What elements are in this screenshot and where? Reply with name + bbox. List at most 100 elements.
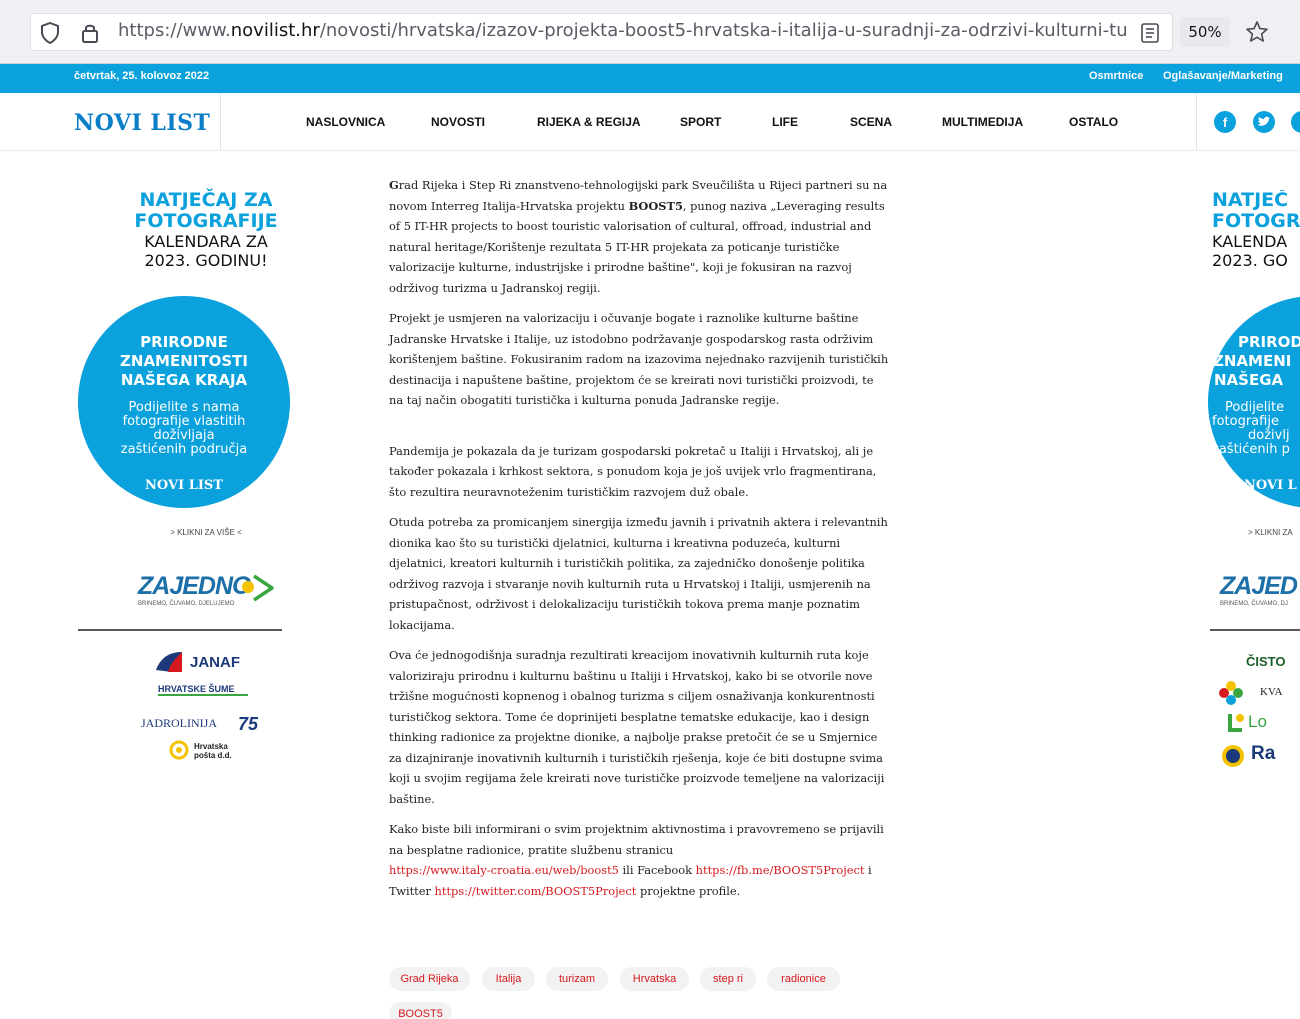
nav-item-rijeka-regija[interactable]: RIJEKA & REGIJA [537,115,641,129]
ad-circle-logo: NOVI LIST [145,478,223,493]
sponsor-hrvatska-posta[interactable]: Hrvatska pošta d.d. [194,742,244,760]
sponsor-ra[interactable]: Ra [1251,743,1275,765]
ad-circle-text: zaštićenih područja [120,442,248,457]
advertising-link[interactable]: Oglašavanje/Marketing [1163,70,1283,82]
tag-turizam[interactable]: turizam [546,967,608,991]
ad-circle-text: doživljaja [153,428,215,443]
paragraph-text: projektne profile. [636,883,741,898]
ad-subtitle-line: 2023. GODINU! [144,251,268,270]
tag-grad-rijeka[interactable]: Grad Rijeka [389,967,470,991]
url-domain: novilist.hr [230,20,320,41]
ad-circle-text: fotografije [1212,414,1279,429]
sponsor-hrvatske-sume[interactable]: HRVATSKE ŠUME [158,685,248,696]
drop-letter: G [389,178,399,192]
sponsor-cisto[interactable]: ČISTO [1246,654,1286,669]
zajedno-tagline: BRINEMO, ČUVAMO, DJ [1220,601,1288,607]
nav-item-multimedija[interactable]: MULTIMEDIJA [942,115,1023,129]
zajedno-arrow-icon [242,574,274,602]
site-logo[interactable]: NOVI LIST [74,110,210,136]
sponsor-kvarner[interactable]: KVA [1260,686,1282,698]
ad-circle-logo: NOVI L [1244,478,1297,493]
article-paragraph: Projekt je usmjeren na valorizaciju i oč… [389,311,889,407]
zoom-level-button[interactable]: 50% [1180,17,1230,47]
ad-subtitle-line: KALENDA [1212,232,1288,251]
ad-circle-title: ZNAMENITOSTI [120,352,248,370]
ad-click-more-link[interactable]: > KLIKNI ZA VIŠE < [100,528,312,537]
obituaries-link[interactable]: Osmrtnice [1089,70,1143,82]
ad-circle-title: NAŠEGA [1214,371,1284,389]
ad-title-line: FOTOGRAFIJE [134,210,278,232]
article-paragraph: Pandemija je pokazala da je turizam gosp… [389,443,877,499]
article-body: Grad Rijeka i Step Ri znanstveno-tehnolo… [389,175,889,911]
facebook-icon[interactable]: f [1214,111,1236,133]
ad-right-circle-wrap[interactable]: PRIROD ZNAMENI NAŠEGA Podijelite fotogra… [1190,296,1300,508]
ad-circle-title: NAŠEGA KRAJA [120,371,248,389]
twitter-icon[interactable] [1253,111,1275,133]
ad-click-more-link[interactable]: > KLIKNI ZA [1248,528,1293,537]
svg-text:f: f [1223,115,1228,130]
zajedno-logo[interactable]: ZAJED [1220,572,1298,601]
ad-title-line: NATJEČAJ ZA [139,189,273,211]
kvarner-flower-icon [1219,681,1243,705]
ad-subtitle-line: 2023. GO [1212,251,1288,270]
twitter-project-link[interactable]: https://twitter.com/BOOST5Project [435,884,637,898]
ad-circle-title: PRIROD [1238,333,1300,351]
hrvatska-posta-horn-icon [169,740,189,760]
tag-hrvatska[interactable]: Hrvatska [620,967,689,991]
tag-radionice[interactable]: radionice [767,967,840,991]
project-name: BOOST5 [628,198,683,213]
ad-circle-title: PRIRODNE [140,333,228,351]
ad-divider [1210,629,1300,631]
url-prefix: https://www. [118,20,231,41]
ad-circle-text: doživlj [1248,428,1290,443]
facebook-project-link[interactable]: https://fb.me/BOOST5Project [696,863,865,877]
paragraph-text: ili Facebook [618,863,696,877]
nav-divider [220,93,221,151]
ad-left-banner[interactable]: NATJEČAJ ZA FOTOGRAFIJE KALENDARA ZA 202… [100,189,312,271]
shield-icon[interactable] [40,22,60,44]
current-date: četvrtak, 25. kolovoz 2022 [74,70,210,82]
sponsor-janaf[interactable]: JANAF [190,654,240,671]
lock-icon[interactable] [80,22,100,44]
nav-item-naslovnica[interactable]: NASLOVNICA [306,115,385,129]
ad-circle-text: Podijelite s nama [128,400,240,415]
nav-divider [1196,93,1197,151]
ad-circle-text: zaštićenih p [1212,442,1290,457]
nav-item-ostalo[interactable]: OSTALO [1069,115,1118,129]
ad-circle-text: fotografije vlastitih [122,414,246,429]
ad-subtitle-line: KALENDARA ZA [144,232,268,251]
reader-view-icon[interactable] [1141,23,1159,43]
article-paragraph: Otuda potreba za promicanjem sinergija i… [389,515,888,632]
tag-boost5[interactable]: BOOST5 [389,1002,452,1019]
bookmark-star-icon[interactable] [1245,20,1269,44]
ra-logo-icon [1222,745,1244,767]
tag-step-ri[interactable]: step ri [700,967,756,991]
sponsor-lo[interactable]: Lo [1248,712,1267,732]
ad-right-banner[interactable]: NATJEČ FOTOGR KALENDA 2023. GO [1212,190,1300,270]
zajedno-tagline: BRINEMO, ČUVAMO, DJELUJEMO [138,601,235,607]
ad-circle-text: Podijelite [1225,400,1285,415]
article-paragraph: Ova će jednogodišnja suradnja rezultirat… [389,648,885,806]
url-path: /novosti/hrvatska/izazov-projekta-boost5… [319,20,1128,41]
article-paragraph: Kako biste bili informirani o svim proje… [389,819,889,901]
url-text[interactable]: https://www.novilist.hr/novosti/hrvatska… [118,20,1128,41]
nav-item-scena[interactable]: SCENA [850,115,892,129]
nav-item-sport[interactable]: SPORT [680,115,721,129]
janaf-logo-icon [156,652,182,672]
zajedno-logo[interactable]: ZAJEDNO [138,572,251,601]
article-paragraph: Grad Rijeka i Step Ri znanstveno-tehnolo… [389,175,889,298]
svg-text:75: 75 [238,714,259,734]
paragraph-text: Kako biste bili informirani o svim proje… [389,822,884,857]
tag-italija[interactable]: Italija [482,967,535,991]
sponsor-jadrolinija[interactable]: JADROLINIJA [141,716,217,731]
ad-title-line: NATJEČ [1212,190,1289,211]
nav-item-life[interactable]: LIFE [772,115,798,129]
ad-circle-title: ZNAMENI [1213,352,1292,370]
ad-title-line: FOTOGR [1212,210,1300,232]
ad-divider [78,629,282,631]
jadrolinija-75-icon: 75 [238,714,259,734]
boost5-website-link[interactable]: https://www.italy-croatia.eu/web/boost5 [389,863,619,877]
nav-item-novosti[interactable]: NOVOSTI [431,115,485,129]
lo-logo-icon [1228,714,1244,732]
